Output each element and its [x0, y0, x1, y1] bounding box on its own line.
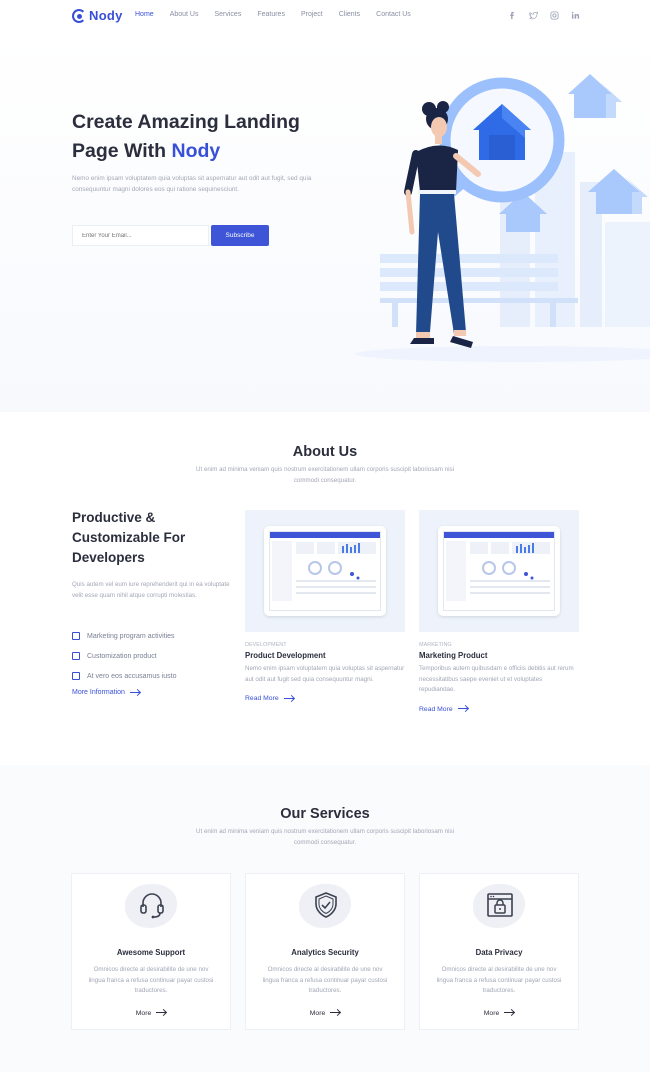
service-card-privacy: Data Privacy Omnicos directe al desirabi… — [419, 873, 579, 1030]
service-more-label: More — [135, 1009, 152, 1017]
service-title: Awesome Support — [116, 948, 186, 957]
read-more-link[interactable]: Read More — [419, 706, 579, 713]
more-information-link[interactable]: More Information — [72, 689, 140, 696]
service-card-support: Awesome Support Omnicos directe al desir… — [71, 873, 231, 1030]
facebook-icon[interactable] — [508, 11, 517, 20]
service-text: Omnicos directe al desirabilite de une n… — [262, 966, 388, 994]
card-image — [419, 510, 579, 632]
linkedin-icon[interactable] — [571, 11, 580, 20]
about-title: About Us — [292, 444, 358, 460]
feature-label: Marketing program activities — [87, 632, 175, 640]
services-subtitle: Ut enim ad minima veniam quis nostrum ex… — [196, 828, 454, 846]
service-card-security: Analytics Security Omnicos directe al de… — [245, 873, 405, 1030]
card-image — [245, 510, 405, 632]
nav-item-clients[interactable]: Clients — [339, 11, 360, 18]
about-heading-line1: Productive & — [72, 510, 156, 525]
service-more-label: More — [309, 1009, 326, 1017]
nav-item-services[interactable]: Services — [214, 11, 241, 18]
hero-title: Create Amazing Landing Page With Nody — [72, 108, 332, 166]
nav-item-project[interactable]: Project — [301, 11, 323, 18]
nav-item-about-us[interactable]: About Us — [170, 11, 199, 18]
feature-list: Marketing program activities Customizati… — [72, 626, 177, 686]
arrow-right-icon — [330, 1012, 341, 1014]
email-input[interactable] — [72, 225, 209, 246]
monitor-icon — [72, 672, 80, 680]
lock-browser-icon — [487, 893, 513, 917]
twitter-icon[interactable] — [529, 11, 539, 20]
social-links — [508, 11, 580, 20]
feature-label: At vero eos accusamus iusto — [87, 672, 177, 680]
card-tag: MARKETING — [419, 642, 452, 648]
service-more-link[interactable]: More — [420, 1010, 578, 1017]
about-heading: Productive & Customizable For Developers — [72, 508, 242, 568]
subscribe-button[interactable]: Subscribe — [211, 225, 269, 246]
hero-title-accent: Nody — [171, 140, 221, 162]
feature-item: Customization product — [72, 646, 177, 666]
feature-item: Marketing program activities — [72, 626, 177, 646]
service-more-label: More — [483, 1009, 500, 1017]
shield-check-icon — [315, 892, 337, 918]
arrow-right-icon — [457, 708, 468, 710]
card-text: Temporibus autem quibusdam e officiis de… — [419, 665, 574, 693]
main-menu: Home About Us Services Features Project … — [135, 11, 427, 18]
arrow-right-icon — [156, 1012, 167, 1014]
hero-illustration — [355, 74, 650, 362]
arrow-right-icon — [283, 697, 294, 699]
top-navbar: Nody Home About Us Services Features Pro… — [0, 0, 650, 32]
card-tag: DEVELOPMENT — [245, 642, 287, 648]
dashboard-tablet-image — [264, 526, 386, 616]
feature-item: At vero eos accusamus iusto — [72, 666, 177, 686]
grid-icon — [72, 632, 80, 640]
subscribe-form: Subscribe — [72, 225, 269, 246]
card-title: Marketing Product — [419, 651, 488, 660]
service-text: Omnicos directe al desirabilite de une n… — [88, 966, 214, 994]
service-text: Omnicos directe al desirabilite de une n… — [436, 966, 562, 994]
service-title: Analytics Security — [291, 948, 359, 957]
about-text: Quis autem vel eum iure reprehenderit qu… — [72, 581, 230, 599]
read-more-link[interactable]: Read More — [245, 695, 405, 702]
hero-title-line1: Create Amazing Landing — [72, 111, 300, 133]
about-heading-line3: Developers — [72, 550, 145, 565]
card-text: Nemo enim ipsam voluptatem quia voluptas… — [245, 665, 405, 683]
logo-mark-icon — [72, 8, 86, 23]
arrow-right-icon — [129, 691, 140, 693]
nav-item-features[interactable]: Features — [257, 11, 285, 18]
headset-icon — [140, 893, 164, 919]
services-title: Our Services — [280, 806, 370, 822]
about-card-marketing: MARKETING Marketing Product Temporibus a… — [419, 510, 579, 713]
arrow-right-icon — [504, 1012, 515, 1014]
logo-text: Nody — [89, 8, 123, 23]
card-title: Product Development — [245, 651, 326, 660]
about-card-development: DEVELOPMENT Product Development Nemo eni… — [245, 510, 405, 702]
dashboard-tablet-image — [438, 526, 560, 616]
service-more-link[interactable]: More — [72, 1010, 230, 1017]
nav-item-contact-us[interactable]: Contact Us — [376, 11, 411, 18]
hero-description: Nemo enim ipsam voluptatem quia voluptas… — [72, 175, 312, 193]
logo[interactable]: Nody — [72, 8, 123, 23]
hero-title-line2: Page With — [72, 140, 172, 162]
feature-label: Customization product — [87, 652, 157, 660]
service-title: Data Privacy — [475, 948, 523, 957]
nav-item-home[interactable]: Home — [135, 11, 154, 18]
layout-icon — [72, 652, 80, 660]
more-information-label: More Information — [72, 689, 125, 696]
read-more-label: Read More — [245, 695, 279, 702]
service-more-link[interactable]: More — [246, 1010, 404, 1017]
instagram-icon[interactable] — [550, 11, 559, 20]
about-heading-line2: Customizable For — [72, 530, 186, 545]
read-more-label: Read More — [419, 705, 453, 713]
about-subtitle: Ut enim ad minima veniam quis nostrum ex… — [196, 466, 454, 484]
